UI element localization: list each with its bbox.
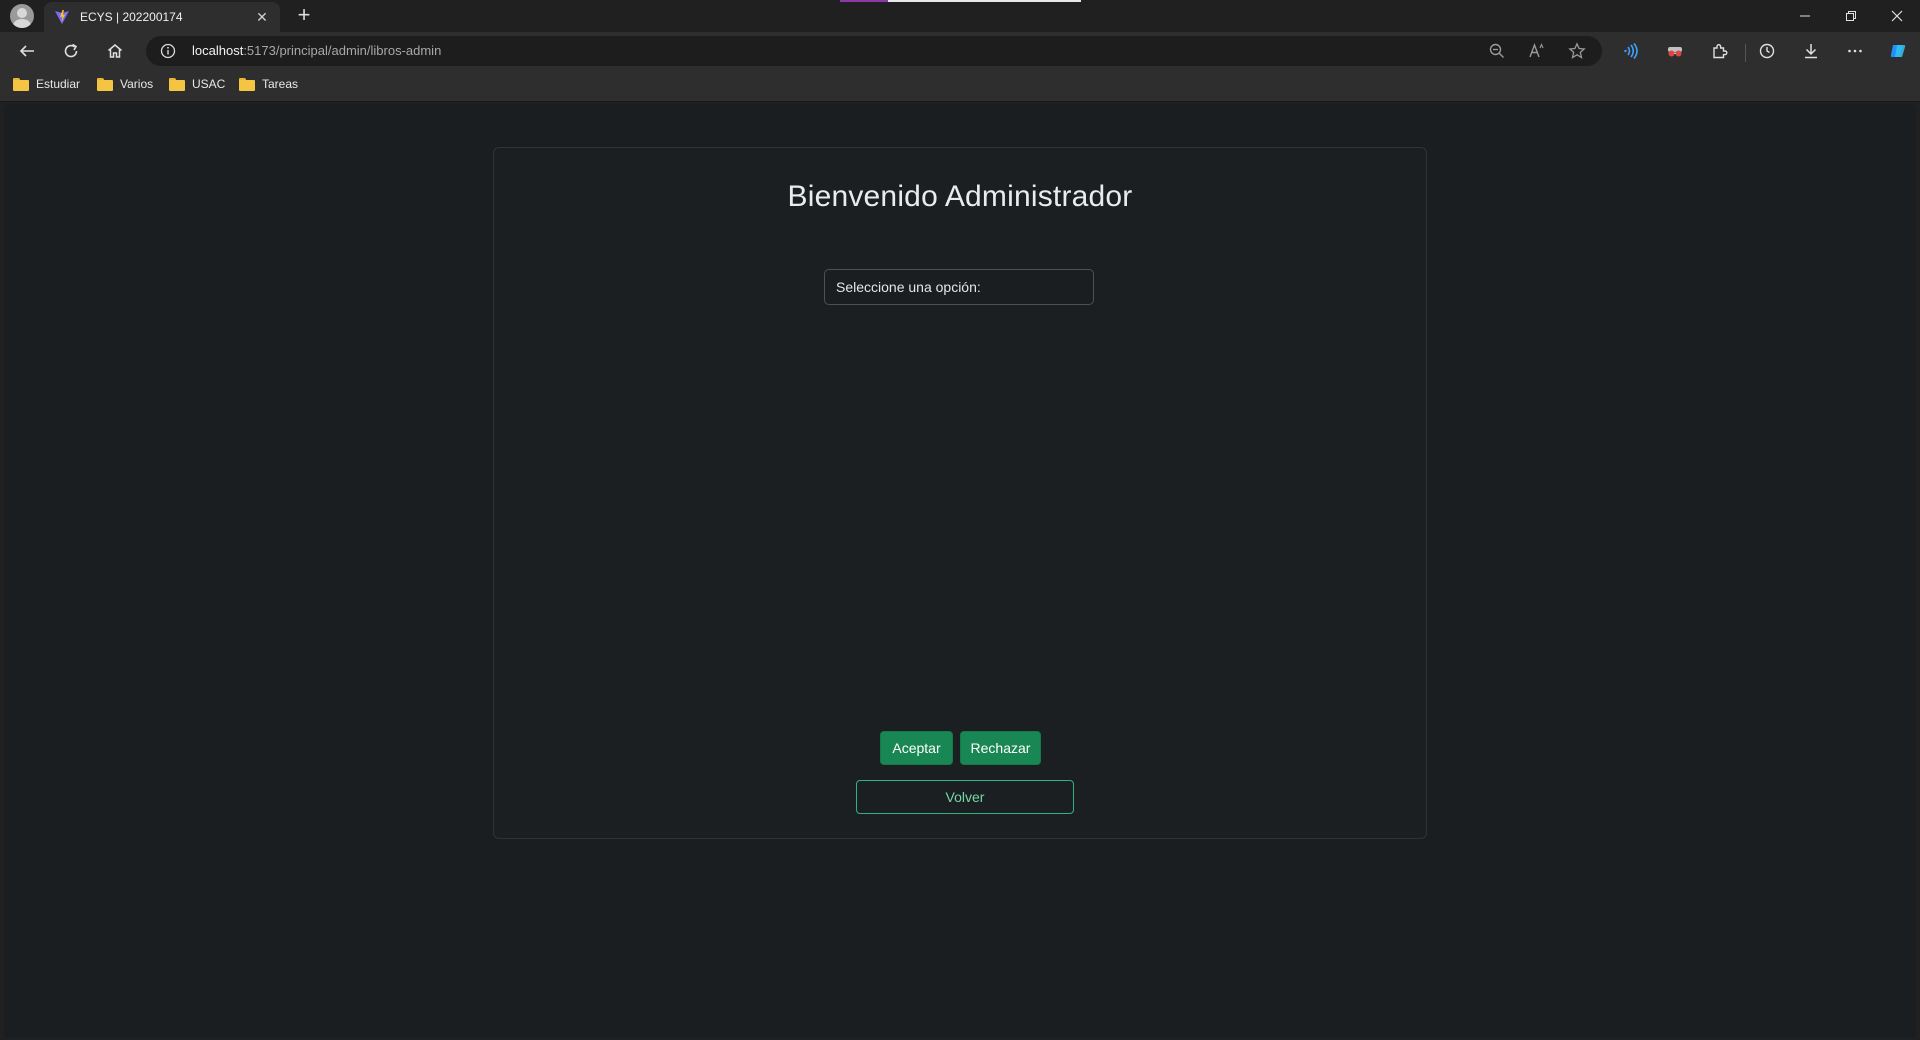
zoom-out-icon[interactable]	[1488, 42, 1506, 60]
vite-favicon-icon	[55, 10, 69, 24]
restore-window-icon[interactable]	[1828, 0, 1874, 32]
profile-avatar-icon[interactable]	[10, 4, 34, 28]
bookmark-label: USAC	[192, 77, 226, 91]
folder-icon	[169, 77, 185, 91]
bookmark-folder-usac[interactable]: USAC	[169, 77, 225, 91]
downloads-icon[interactable]	[1797, 37, 1825, 65]
back-button[interactable]: Volver	[856, 780, 1074, 814]
bookmark-folder-varios[interactable]: Varios	[97, 77, 153, 91]
browser-tab-active[interactable]: ECYS | 202200174 ✕	[44, 2, 280, 32]
tab-close-icon[interactable]: ✕	[254, 9, 270, 26]
extension-mask-icon[interactable]	[1661, 37, 1689, 65]
bookmark-label: Estudiar	[36, 77, 81, 91]
option-select[interactable]: Seleccione una opción:	[824, 269, 1094, 305]
copilot-wave-icon[interactable]	[1617, 37, 1645, 65]
bookmark-label: Tareas	[262, 77, 299, 91]
bookmark-folder-tareas[interactable]: Tareas	[239, 77, 298, 91]
loading-indicator-track	[888, 0, 1081, 2]
reload-icon[interactable]	[57, 37, 85, 65]
copilot-icon[interactable]	[1884, 37, 1912, 65]
page-title: Bienvenido Administrador	[787, 180, 1133, 213]
read-aloud-icon[interactable]	[1528, 42, 1546, 60]
bookmark-folder-estudiar[interactable]: Estudiar	[13, 77, 80, 91]
folder-icon	[239, 77, 255, 91]
close-window-icon[interactable]	[1874, 0, 1920, 32]
title-bar: ECYS | 202200174 ✕ +	[0, 0, 1920, 32]
url-host: localhost	[192, 43, 244, 58]
admin-books-card: Bienvenido Administrador Seleccione una …	[493, 147, 1427, 839]
folder-icon	[13, 77, 29, 91]
accept-button[interactable]: Aceptar	[880, 731, 953, 765]
history-icon[interactable]	[1753, 37, 1781, 65]
address-bar[interactable]: localhost:5173/principal/admin/libros-ad…	[146, 36, 1602, 66]
option-select-value: Seleccione una opción:	[836, 279, 981, 295]
site-info-icon[interactable]	[160, 43, 176, 59]
more-menu-icon[interactable]	[1841, 37, 1869, 65]
home-icon[interactable]	[101, 37, 129, 65]
url-path: :5173/principal/admin/libros-admin	[243, 43, 442, 58]
browser-toolbar: localhost:5173/principal/admin/libros-ad…	[0, 32, 1920, 70]
page-viewport: Bienvenido Administrador Seleccione una …	[4, 104, 1916, 1038]
new-tab-icon[interactable]: +	[292, 4, 316, 28]
url-text[interactable]: localhost:5173/principal/admin/libros-ad…	[192, 43, 441, 58]
tab-title: ECYS | 202200174	[80, 10, 183, 24]
bookmarks-bar: Estudiar Varios USAC Tareas	[0, 70, 1920, 102]
extensions-puzzle-icon[interactable]	[1705, 37, 1733, 65]
bookmark-label: Varios	[120, 77, 154, 91]
toolbar-divider	[1745, 44, 1746, 62]
folder-icon	[97, 77, 113, 91]
minimize-window-icon[interactable]	[1782, 0, 1828, 32]
loading-indicator	[840, 0, 888, 2]
reject-button[interactable]: Rechazar	[960, 731, 1041, 765]
favorite-star-icon[interactable]	[1568, 42, 1586, 60]
back-arrow-icon[interactable]	[13, 37, 41, 65]
